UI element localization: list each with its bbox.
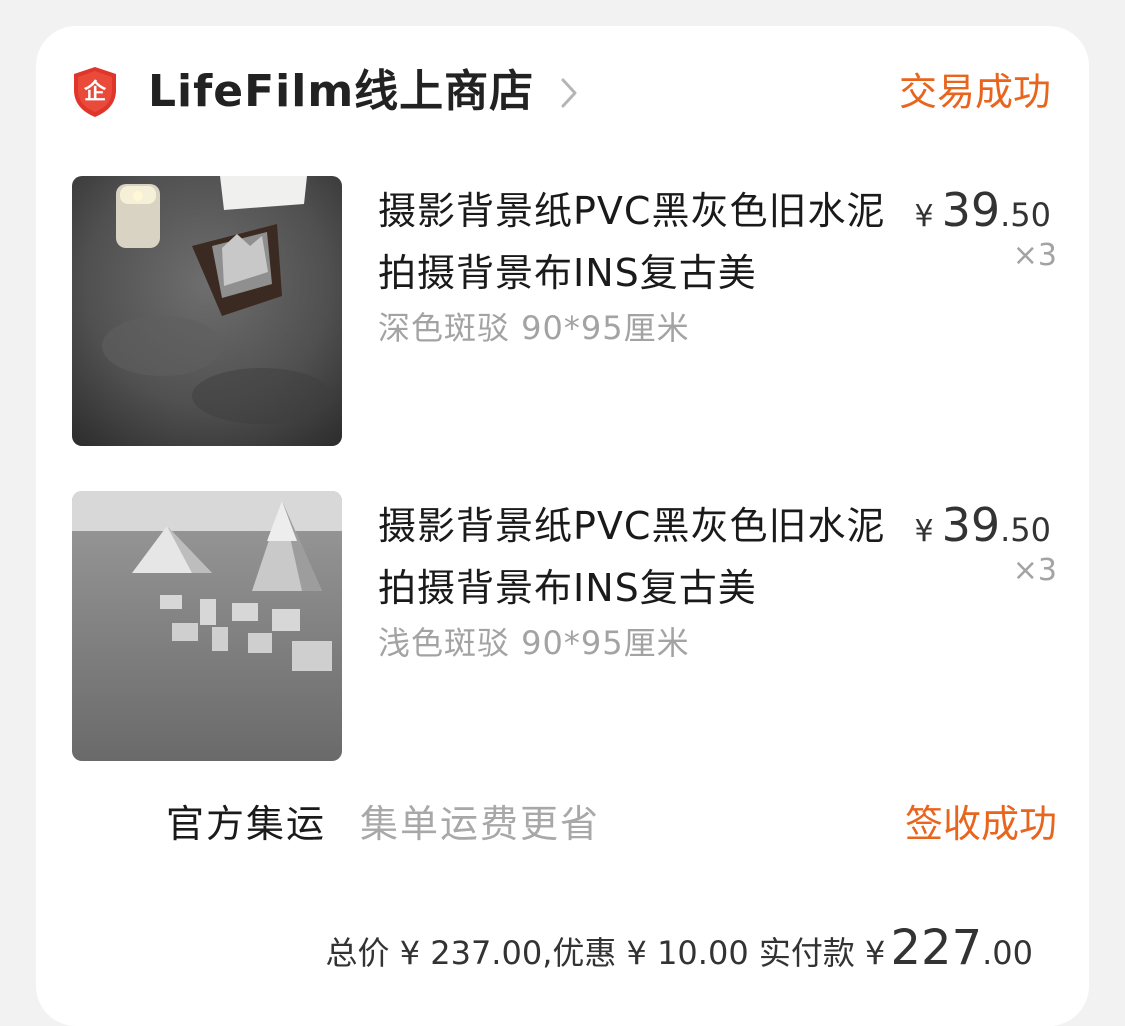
enterprise-shield-icon: 企	[72, 66, 118, 118]
shipping-row[interactable]: 官方集运 集单运费更省 签收成功	[36, 796, 1089, 856]
shop-name[interactable]: LifeFilm线上商店	[148, 62, 534, 122]
chevron-right-icon[interactable]	[558, 76, 580, 110]
product-spec: 深色斑驳 90*95厘米	[378, 309, 690, 347]
shipping-desc: 集单运费更省	[360, 802, 601, 846]
svg-text:企: 企	[83, 79, 107, 105]
product-spec: 浅色斑驳 90*95厘米	[378, 624, 690, 662]
currency-symbol: ¥	[914, 514, 934, 549]
order-item[interactable]: 摄影背景纸PVC黑灰色旧水泥拍摄背景布INS复古美 浅色斑驳 90*95厘米 ¥…	[36, 491, 1089, 763]
product-image-dark[interactable]	[72, 176, 342, 446]
order-status: 交易成功	[898, 70, 1051, 114]
order-item[interactable]: 摄影背景纸PVC黑灰色旧水泥拍摄背景布INS复古美 深色斑驳 90*95厘米 ¥…	[36, 176, 1089, 448]
shop-header[interactable]: 企 LifeFilm线上商店 交易成功	[36, 26, 1089, 166]
currency-symbol: ¥	[914, 199, 934, 234]
paid-amount-decimal: .00	[982, 934, 1033, 972]
price-decimal: .50	[1000, 511, 1051, 549]
quantity: ×3	[1012, 553, 1057, 588]
summary-text: 总价 ¥ 237.00,优惠 ¥ 10.00 实付款 ¥	[325, 934, 886, 972]
shipping-status: 签收成功	[904, 802, 1057, 846]
quantity: ×3	[1012, 238, 1057, 273]
order-card: 企 LifeFilm线上商店 交易成功 摄影背景纸PVC黑灰色旧水泥拍摄背景布I…	[36, 26, 1089, 1026]
price-integer: 39	[941, 183, 1001, 237]
product-title[interactable]: 摄影背景纸PVC黑灰色旧水泥拍摄背景布INS复古美	[378, 180, 898, 304]
price-summary: 总价 ¥ 237.00,优惠 ¥ 10.00 实付款 ¥ 227.00	[326, 918, 1033, 989]
price-decimal: .50	[1000, 196, 1051, 234]
product-image-light[interactable]	[72, 491, 342, 761]
paid-amount-integer: 227	[890, 920, 983, 976]
product-title[interactable]: 摄影背景纸PVC黑灰色旧水泥拍摄背景布INS复古美	[378, 495, 898, 619]
price-integer: 39	[941, 498, 1001, 552]
shipping-method: 官方集运	[166, 802, 327, 846]
